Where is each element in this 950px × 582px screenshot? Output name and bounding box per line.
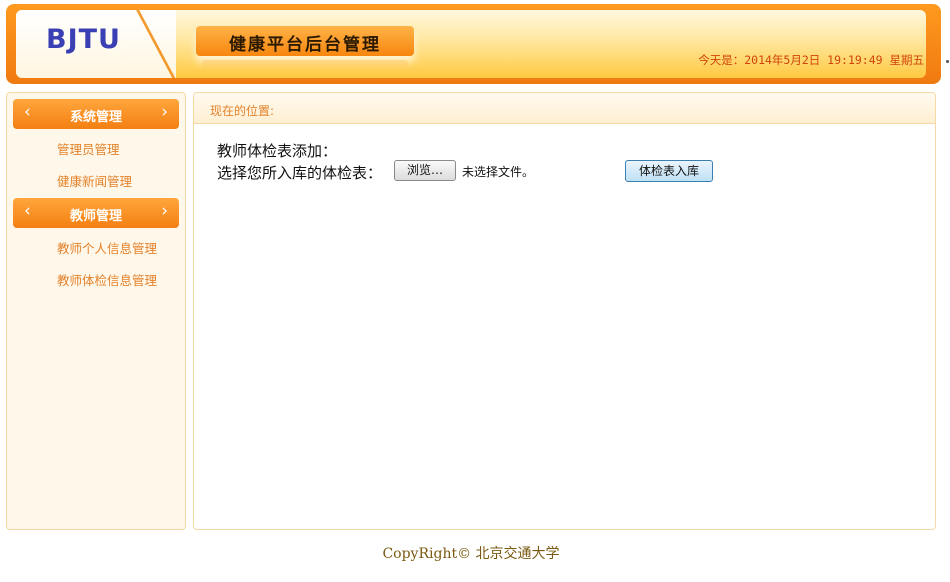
footer-copyright: CopyRight© 北京交通大学 bbox=[382, 546, 560, 562]
sidebar-item-health-news[interactable]: 健康新闻管理 bbox=[57, 171, 132, 190]
logo: BJTU bbox=[46, 24, 121, 55]
header-inner: BJTU 健康平台后台管理 今天是：2014年5月2日 19:19:49 星期五 bbox=[16, 10, 926, 78]
title-reflection bbox=[202, 60, 408, 70]
app-title: 健康平台后台管理 bbox=[229, 35, 381, 55]
current-datetime: 今天是：2014年5月2日 19:19:49 星期五 bbox=[698, 53, 924, 67]
scrollbar-marker bbox=[946, 60, 949, 63]
app-title-plate: 健康平台后台管理 bbox=[196, 26, 414, 56]
sidebar-item-teacher-info[interactable]: 教师个人信息管理 bbox=[57, 238, 157, 257]
menu-group-label: 教师管理 bbox=[69, 209, 122, 224]
form-title: 教师体检表添加： bbox=[217, 142, 338, 160]
logo-panel: BJTU bbox=[16, 10, 180, 78]
main-panel: 现在的位置: 教师体检表添加： 选择您所入库的体检表： 浏览… 未选择文件。 体… bbox=[193, 92, 936, 530]
chevron-right-icon: › bbox=[161, 102, 168, 122]
submit-checkup-button[interactable]: 体检表入库 bbox=[625, 160, 713, 182]
sidebar-item-teacher-checkup[interactable]: 教师体检信息管理 bbox=[57, 270, 157, 289]
menu-group-label: 系统管理 bbox=[69, 110, 122, 125]
file-status: 未选择文件。 bbox=[462, 165, 535, 179]
browse-button[interactable]: 浏览… bbox=[394, 160, 456, 181]
sidebar: ‹ 系统管理 › 管理员管理 健康新闻管理 ‹ 教师管理 › 教师个人信息管理 … bbox=[6, 92, 186, 530]
sidebar-item-admin[interactable]: 管理员管理 bbox=[57, 139, 120, 158]
main-panel-header: 现在的位置: bbox=[194, 93, 935, 124]
chevron-right-icon: › bbox=[161, 201, 168, 221]
breadcrumb: 现在的位置: bbox=[210, 104, 275, 118]
menu-group-system[interactable]: ‹ 系统管理 › bbox=[13, 99, 179, 129]
logo-divider bbox=[134, 10, 180, 78]
header-bar: BJTU 健康平台后台管理 今天是：2014年5月2日 19:19:49 星期五 bbox=[6, 4, 941, 84]
menu-group-teacher[interactable]: ‹ 教师管理 › bbox=[13, 198, 179, 228]
file-input-label: 选择您所入库的体检表： bbox=[217, 164, 383, 182]
